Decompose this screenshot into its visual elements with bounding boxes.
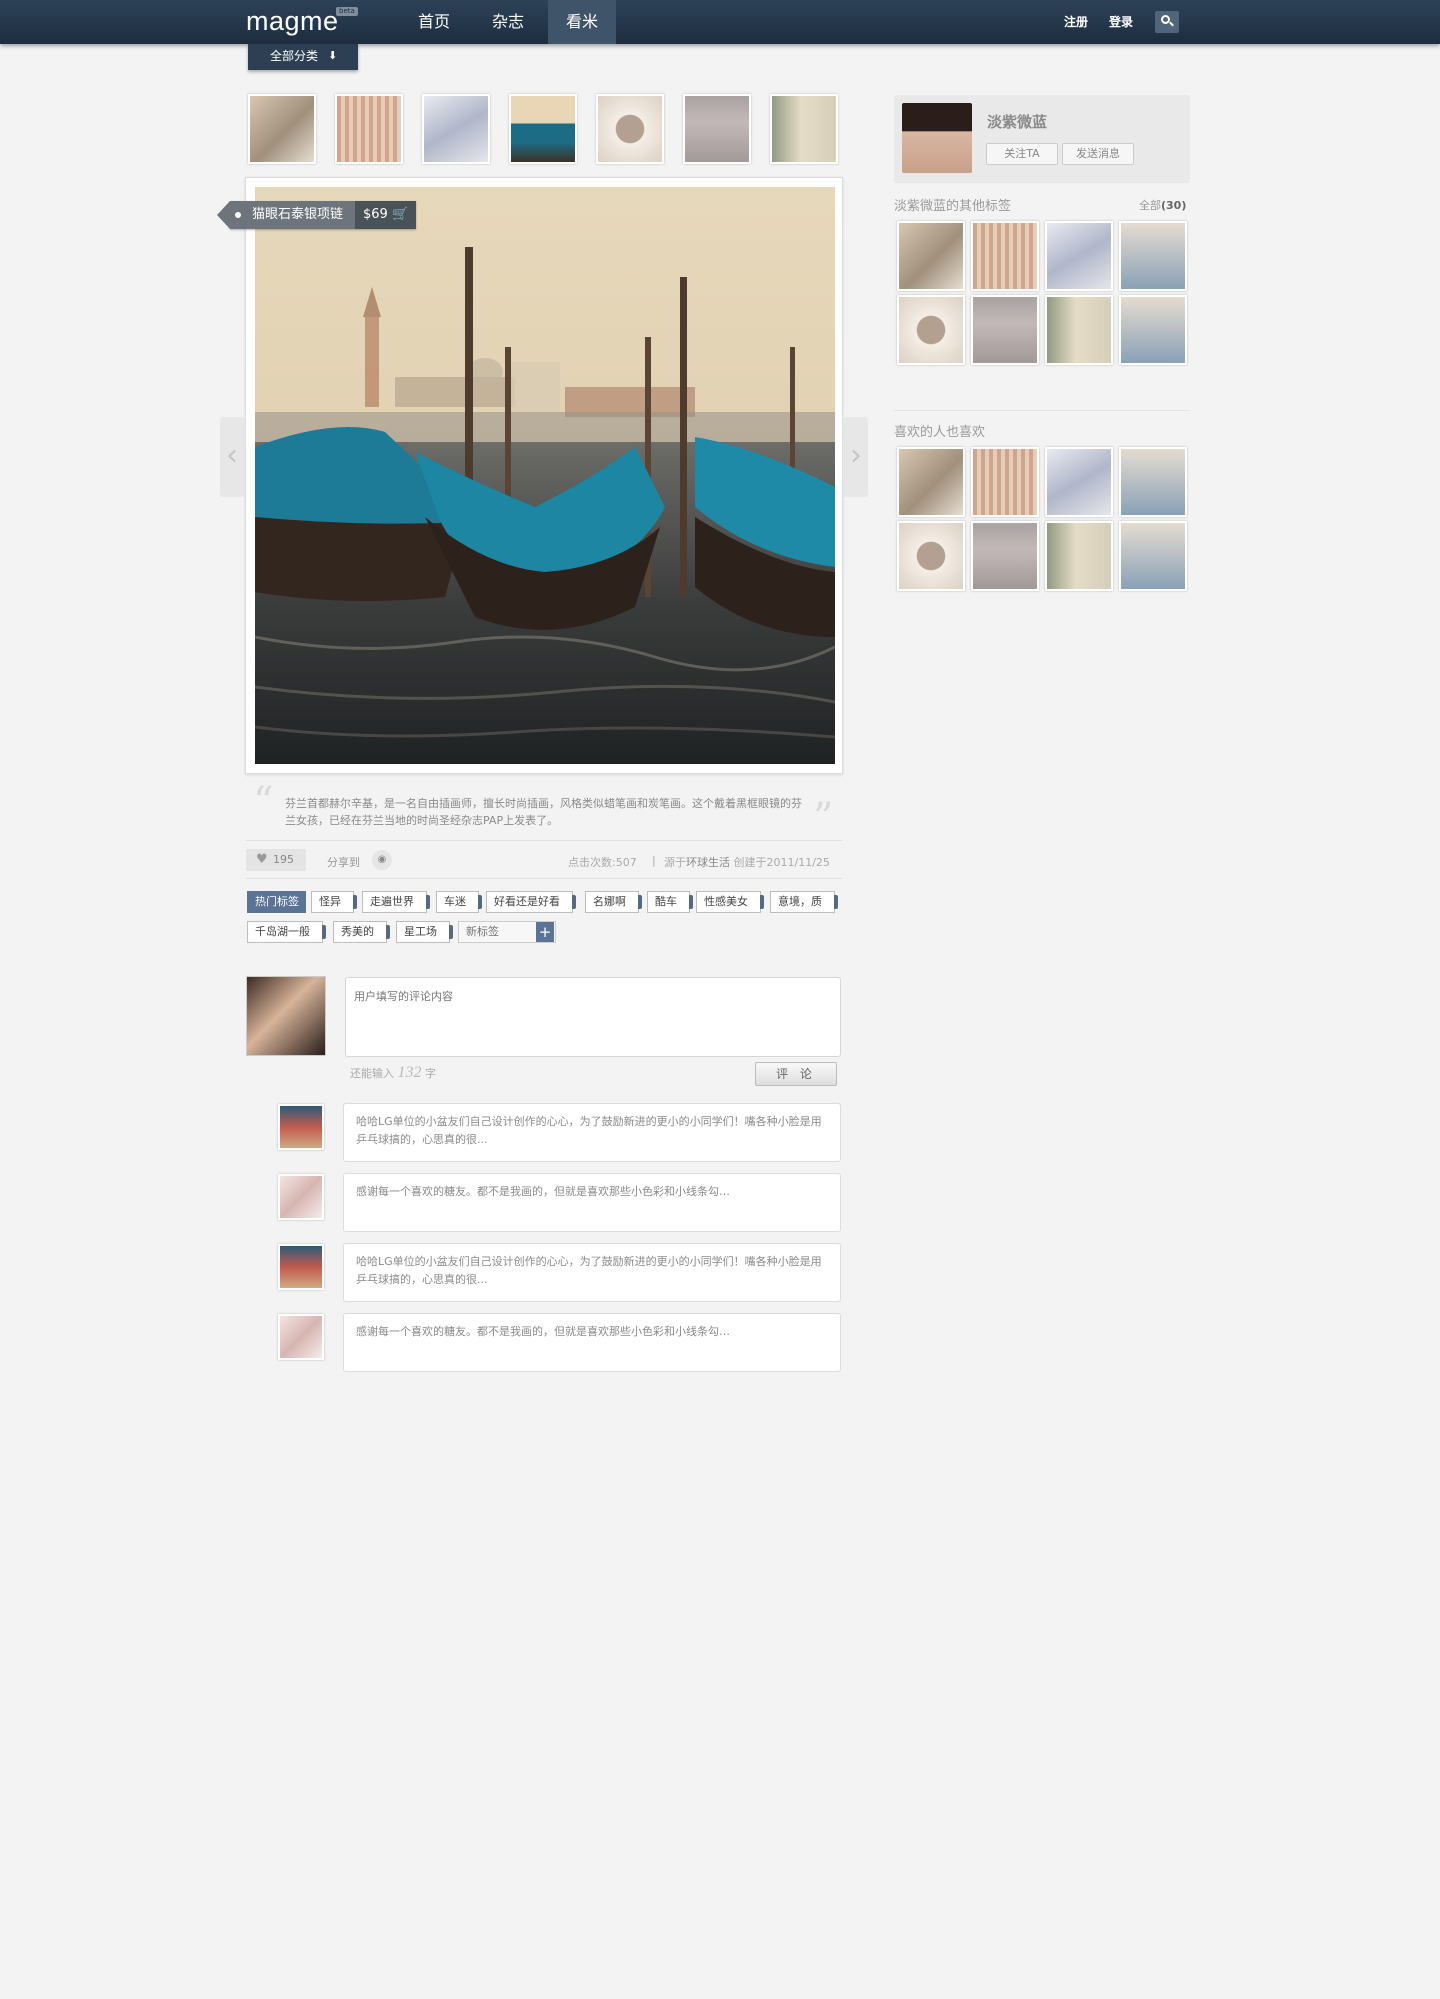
sidebar-thumb[interactable] — [1045, 221, 1113, 291]
sidebar-thumb[interactable] — [1119, 295, 1187, 365]
tag-item[interactable]: 好看还是好看 — [486, 891, 576, 913]
divider — [894, 410, 1190, 411]
sidebar-thumb[interactable] — [1119, 221, 1187, 291]
sidebar-thumb[interactable] — [971, 221, 1039, 291]
tag-item[interactable]: 车迷 — [436, 891, 482, 913]
sidebar-thumb[interactable] — [971, 521, 1039, 591]
category-dropdown[interactable]: 全部分类 ⬇ — [248, 44, 358, 70]
char-remaining: 还能输入 132 字 — [350, 1064, 436, 1081]
sidebar-thumb[interactable] — [1045, 521, 1113, 591]
source-info: 源于环球生活 创建于2011/11/25 — [664, 856, 830, 869]
thumb-item-selected[interactable] — [509, 94, 577, 164]
chevron-right-icon: › — [850, 438, 862, 473]
chevron-left-icon: ‹ — [226, 438, 238, 473]
tag-item[interactable]: 性感美女 — [696, 891, 764, 913]
tag-item[interactable]: 走遍世界 — [362, 891, 430, 913]
comment-item: 哈哈LG单位的小盆友们自己设计创作的心心，为了鼓励新进的更小的小同学们！嘴各种小… — [343, 1243, 841, 1302]
submit-comment-button[interactable]: 评 论 — [755, 1062, 837, 1086]
comment-item: 感谢每一个喜欢的糖友。都不是我画的，但就是喜欢那些小色彩和小线条勾… — [343, 1313, 841, 1372]
nav-magazine[interactable]: 杂志 — [474, 0, 542, 44]
sidebar-thumb[interactable] — [1119, 521, 1187, 591]
close-quote-icon: ” — [813, 795, 834, 841]
divider — [246, 878, 842, 879]
next-photo-button[interactable]: › — [844, 417, 868, 497]
sidebar-thumb[interactable] — [1045, 295, 1113, 365]
site-logo[interactable]: magme — [246, 6, 339, 37]
share-label: 分享到 — [327, 856, 360, 869]
thumb-item[interactable] — [248, 94, 316, 164]
gondola-image — [255, 187, 835, 764]
heart-icon: ♥ — [256, 852, 268, 867]
weibo-share-icon[interactable]: ◉ — [372, 850, 392, 870]
register-link[interactable]: 注册 — [1064, 13, 1088, 30]
also-like-title: 喜欢的人也喜欢 — [894, 425, 986, 440]
main-photo — [255, 187, 835, 764]
thumb-item[interactable] — [335, 94, 403, 164]
main-photo-frame — [245, 177, 843, 774]
add-tag-button[interactable]: + — [536, 922, 554, 942]
tag-item[interactable]: 酷车 — [647, 891, 693, 913]
tag-item[interactable]: 怪异 — [311, 891, 357, 913]
category-dropdown-label: 全部分类 — [270, 49, 319, 63]
price-tag[interactable]: 猫眼石泰银项链 $69 🛒 — [216, 201, 417, 229]
prev-photo-button[interactable]: ‹ — [220, 417, 244, 497]
tag-dot-icon — [235, 212, 241, 218]
sidebar-thumb[interactable] — [897, 521, 965, 591]
comment-item: 感谢每一个喜欢的糖友。都不是我画的，但就是喜欢那些小色彩和小线条勾… — [343, 1173, 841, 1232]
thumb-item[interactable] — [683, 94, 751, 164]
view-all-link[interactable]: 全部(30) — [1139, 197, 1186, 213]
source-link[interactable]: 环球生活 — [686, 856, 730, 869]
comment-textarea[interactable] — [345, 977, 841, 1057]
arrow-down-icon: ⬇ — [328, 49, 338, 62]
tag-item[interactable]: 名娜啊 — [585, 891, 642, 913]
sidebar-thumb[interactable] — [897, 447, 965, 517]
profile-avatar[interactable] — [902, 103, 972, 173]
like-button[interactable]: ♥ 195 — [246, 849, 306, 871]
other-tags-title: 淡紫微蓝的其他标签 — [894, 199, 1012, 214]
comment-avatar[interactable] — [278, 1174, 324, 1220]
thumb-item[interactable] — [596, 94, 664, 164]
sidebar-thumb[interactable] — [897, 221, 965, 291]
profile-name[interactable]: 淡紫微蓝 — [987, 111, 1047, 132]
open-quote-icon: “ — [253, 779, 274, 825]
tag-item[interactable]: 秀美的 — [333, 921, 390, 943]
thumb-item[interactable] — [770, 94, 838, 164]
thumb-item[interactable] — [422, 94, 490, 164]
comment-item: 哈哈LG单位的小盆友们自己设计创作的心心，为了鼓励新进的更小的小同学们！嘴各种小… — [343, 1103, 841, 1162]
tag-item[interactable]: 星工场 — [396, 921, 453, 943]
nav-kanmi[interactable]: 看米 — [548, 0, 616, 44]
follow-button[interactable]: 关注TA — [986, 143, 1058, 165]
sidebar-thumb[interactable] — [1045, 447, 1113, 517]
nav-home[interactable]: 首页 — [400, 0, 468, 44]
sidebar-thumb[interactable] — [897, 295, 965, 365]
beta-badge: beta — [336, 7, 358, 16]
comment-avatar[interactable] — [278, 1314, 324, 1360]
product-price: $69 — [363, 207, 388, 222]
comment-avatar[interactable] — [278, 1244, 324, 1290]
search-button[interactable] — [1155, 11, 1179, 33]
photo-description: 芬兰首都赫尔辛基，是一名自由插画师，擅长时尚插画，风格类似蜡笔画和炭笔画。这个戴… — [285, 797, 802, 827]
hot-tags-label: 热门标签 — [247, 891, 306, 913]
current-user-avatar — [246, 976, 326, 1056]
login-link[interactable]: 登录 — [1109, 13, 1133, 30]
product-name: 猫眼石泰银项链 — [252, 207, 344, 222]
sidebar-thumb[interactable] — [1119, 447, 1187, 517]
like-count: 195 — [273, 853, 294, 866]
tag-item[interactable]: 千岛湖一般 — [247, 921, 326, 943]
view-count: 点击次数:507 — [568, 856, 637, 869]
tag-item[interactable]: 意境，质 — [770, 891, 838, 913]
sidebar-thumb[interactable] — [971, 447, 1039, 517]
comment-avatar[interactable] — [278, 1104, 324, 1150]
cart-icon: 🛒 — [391, 207, 409, 222]
send-message-button[interactable]: 发送消息 — [1062, 143, 1134, 165]
top-nav-bar: magme beta 首页 杂志 看米 注册 登录 — [0, 0, 1440, 44]
sidebar-thumb[interactable] — [971, 295, 1039, 365]
divider — [246, 840, 842, 841]
profile-card: 淡紫微蓝 关注TA 发送消息 — [894, 95, 1190, 183]
